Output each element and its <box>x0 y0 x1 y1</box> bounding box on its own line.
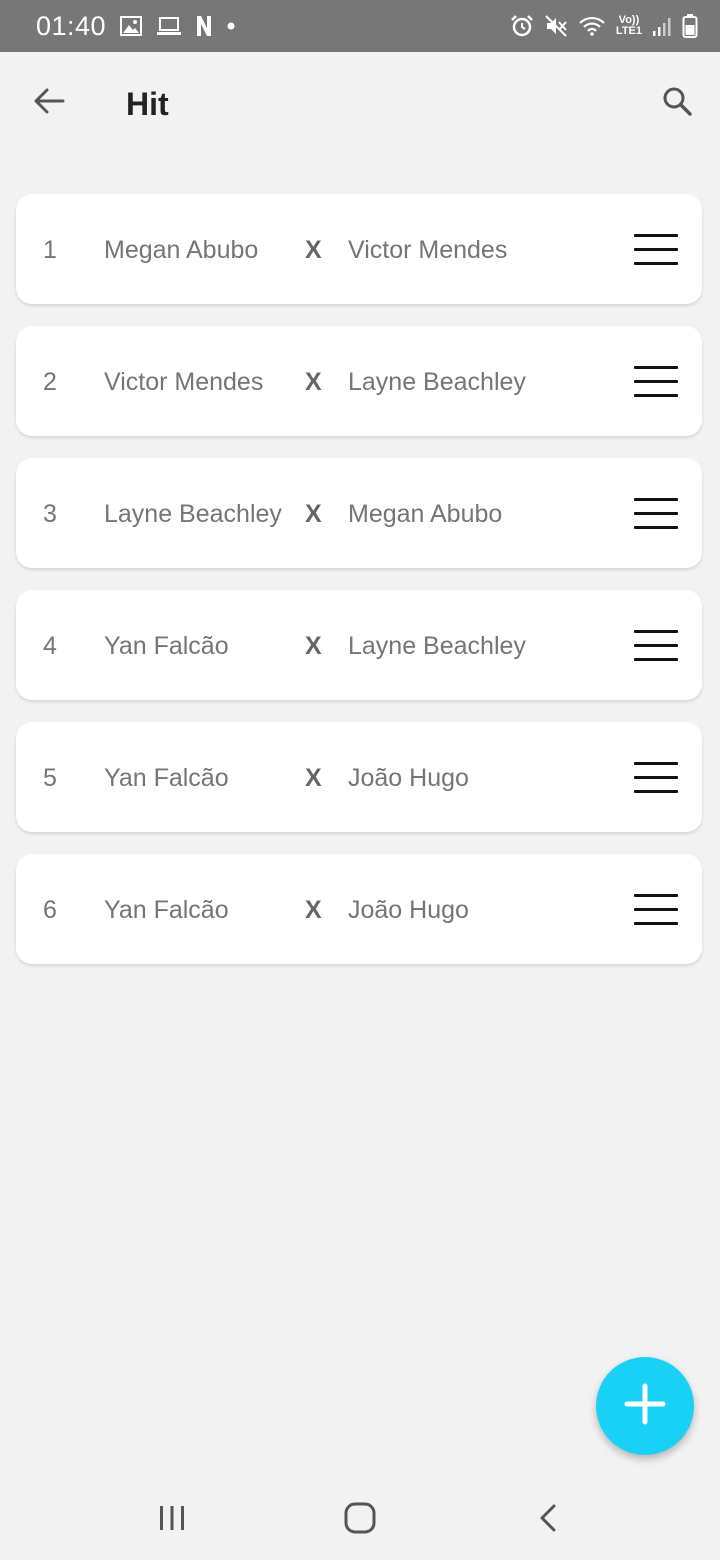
surfer-b: João Hugo <box>348 896 469 924</box>
heat-card-1[interactable]: 1 Megan Abubo X Victor Mendes <box>16 194 702 304</box>
versus-label: X <box>305 896 322 924</box>
heat-number: 2 <box>43 368 57 396</box>
surfer-b: Victor Mendes <box>348 236 508 264</box>
wifi-icon <box>578 15 606 37</box>
surfer-a: Layne Beachley <box>104 500 282 528</box>
volte-icon: Vo)) LTE1 <box>615 14 642 37</box>
drag-handle-icon[interactable] <box>632 364 680 400</box>
surfer-b: Layne Beachley <box>348 632 526 660</box>
surfer-b: João Hugo <box>348 764 469 792</box>
heat-card-3[interactable]: 3 Layne Beachley X Megan Abubo <box>16 458 702 568</box>
app-bar: Hit <box>0 52 720 162</box>
heat-card-2[interactable]: 2 Victor Mendes X Layne Beachley <box>16 326 702 436</box>
arrow-left-icon <box>33 87 65 120</box>
search-button[interactable] <box>654 80 700 126</box>
battery-icon <box>682 13 698 39</box>
heat-card-5[interactable]: 5 Yan Falcão X João Hugo <box>16 722 702 832</box>
search-icon <box>661 85 693 122</box>
back-button[interactable] <box>26 80 72 126</box>
versus-label: X <box>305 368 322 396</box>
dot-icon <box>226 21 236 31</box>
surfer-b: Layne Beachley <box>348 368 526 396</box>
recent-apps-button[interactable] <box>150 1498 194 1542</box>
drag-handle-icon[interactable] <box>632 232 680 268</box>
surfer-a: Megan Abubo <box>104 236 259 264</box>
status-time: 01:40 <box>36 10 107 41</box>
heat-list: 1 Megan Abubo X Victor Mendes 2 Victor M… <box>16 194 702 986</box>
add-heat-button[interactable] <box>596 1357 694 1455</box>
heat-number: 6 <box>43 896 57 924</box>
status-bar: 01:40 Vo)) LTE1 <box>0 0 720 52</box>
back-nav-icon <box>538 1503 558 1538</box>
system-nav-bar <box>0 1478 720 1560</box>
drag-handle-icon[interactable] <box>632 628 680 664</box>
heat-card-6[interactable]: 6 Yan Falcão X João Hugo <box>16 854 702 964</box>
alarm-icon <box>510 14 534 38</box>
heat-number: 3 <box>43 500 57 528</box>
image-icon <box>120 16 143 36</box>
home-button[interactable] <box>338 1498 382 1542</box>
versus-label: X <box>305 632 322 660</box>
netflix-icon <box>196 15 212 37</box>
versus-label: X <box>305 500 322 528</box>
versus-label: X <box>305 236 322 264</box>
surfer-a: Yan Falcão <box>104 632 229 660</box>
home-icon <box>344 1502 376 1539</box>
signal-icon <box>652 15 672 37</box>
surfer-b: Megan Abubo <box>348 500 503 528</box>
drag-handle-icon[interactable] <box>632 760 680 796</box>
page-title: Hit <box>126 86 169 122</box>
surfer-a: Yan Falcão <box>104 764 229 792</box>
heat-number: 5 <box>43 764 57 792</box>
heat-number: 4 <box>43 632 57 660</box>
heat-card-4[interactable]: 4 Yan Falcão X Layne Beachley <box>16 590 702 700</box>
drag-handle-icon[interactable] <box>632 892 680 928</box>
back-nav-button[interactable] <box>526 1498 570 1542</box>
mute-icon <box>544 14 568 38</box>
surfer-a: Victor Mendes <box>104 368 264 396</box>
heat-number: 1 <box>43 236 57 264</box>
recent-apps-icon <box>157 1504 187 1537</box>
laptop-icon <box>156 16 182 36</box>
drag-handle-icon[interactable] <box>632 496 680 532</box>
surfer-a: Yan Falcão <box>104 896 229 924</box>
plus-icon <box>623 1382 667 1431</box>
versus-label: X <box>305 764 322 792</box>
